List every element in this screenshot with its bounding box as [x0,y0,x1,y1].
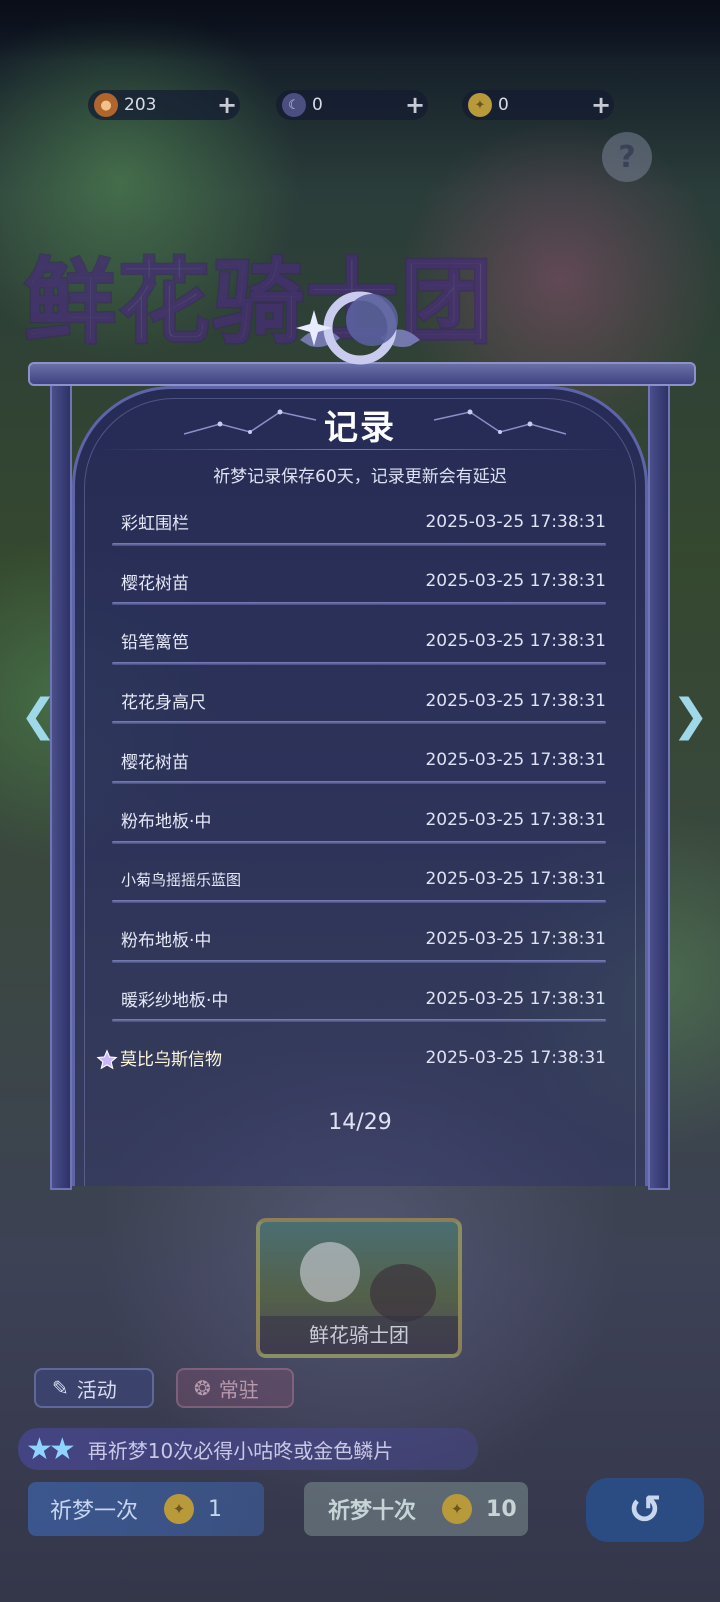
pray-once-button[interactable]: 祈梦一次 ✦ 1 [28,1482,264,1536]
panel-subtitle: 祈梦记录保存60天，记录更新会有延迟 [213,467,507,487]
next-page-arrow[interactable]: ❯ [672,690,709,741]
currency-gold-value: 0 [498,95,509,115]
fruit-coin-icon: ● [94,93,118,117]
tab-permanent[interactable]: ❂ 常驻 [176,1368,294,1408]
banner-card[interactable]: 鲜花骑士团 [256,1218,462,1358]
pray-ten-label: 祈梦十次 [328,1499,417,1524]
promo-text: 再祈梦10次必得小咕咚或金色鳞片 [87,1438,394,1463]
character-art [370,1264,436,1322]
add-currency-button[interactable]: + [214,91,240,119]
record-item-name-special: 莫比乌斯信物 [96,1045,425,1071]
tab-permanent-label: 常驻 [218,1377,259,1402]
pray-once-label: 祈梦一次 [50,1499,139,1524]
add-currency-button[interactable]: + [588,91,614,119]
record-item-name: 樱花树苗 [121,573,189,594]
title-divider [96,449,624,450]
moon-ornament-icon [296,291,420,365]
record-row: 粉布地板·中 2025-03-25 17:38:31 [112,790,606,850]
record-time: 2025-03-25 17:38:31 [425,988,606,1009]
return-arrow-icon: ↺ [628,1487,662,1533]
gold-scale-icon: ✦ [164,1494,195,1524]
record-time: 2025-03-25 17:38:31 [425,1048,606,1069]
record-row: 樱花树苗 2025-03-25 17:38:31 [112,552,606,612]
currency-fruit-value: 203 [124,95,157,115]
gold-scale-icon: ✦ [442,1494,473,1524]
currency-moon[interactable]: ☾ 0 + [276,90,428,120]
record-item-name-text: 莫比乌斯信物 [120,1050,222,1071]
page-indicator: 14/29 [328,1110,392,1135]
pray-ten-cost: 10 [486,1496,517,1522]
currency-fruit[interactable]: ● 203 + [88,90,240,120]
record-item-name: 粉布地板·中 [121,812,212,833]
record-time: 2025-03-25 17:38:31 [425,511,606,532]
record-row: 暖彩纱地板·中 2025-03-25 17:38:31 [112,969,606,1029]
record-row-special: 莫比乌斯信物 2025-03-25 17:38:31 [96,1028,606,1088]
currency-gold[interactable]: ✦ 0 + [462,90,614,120]
record-item-name: 樱花树苗 [121,752,189,773]
moon-coin-icon: ☾ [282,93,306,117]
record-time: 2025-03-25 17:38:31 [425,809,606,830]
record-item-name: 铅笔篱笆 [121,633,189,654]
back-button[interactable]: ↺ [586,1478,704,1542]
record-item-name: 小菊鸟摇摇乐蓝图 [121,870,242,889]
record-item-name: 暖彩纱地板·中 [121,991,229,1012]
record-row: 小菊鸟摇摇乐蓝图 2025-03-25 17:38:31 [112,850,606,910]
currency-moon-value: 0 [312,95,323,115]
character-art [300,1242,360,1302]
stars-icon: ★★ [26,1431,76,1467]
question-icon: ? [618,139,636,175]
swirl-icon: ❂ [194,1376,211,1400]
panel-pillar-left [50,380,72,1190]
record-row: 粉布地板·中 2025-03-25 17:38:31 [112,909,606,969]
record-row: 樱花树苗 2025-03-25 17:38:31 [112,730,606,790]
record-item-name: 彩虹围栏 [121,514,189,535]
help-button[interactable]: ? [602,132,652,182]
status-bar-shade [0,0,720,60]
rare-star-icon [96,1049,118,1070]
banner-card-label: 鲜花骑士团 [260,1316,458,1354]
record-time: 2025-03-25 17:38:31 [425,869,606,890]
record-time: 2025-03-25 17:38:31 [425,928,606,949]
record-time: 2025-03-25 17:38:31 [425,571,606,592]
panel-title: 记录 [324,408,396,448]
gold-scale-icon: ✦ [468,93,492,117]
record-time: 2025-03-25 17:38:31 [425,630,606,651]
record-item-name: 粉布地板·中 [121,931,212,952]
record-row: 花花身高尺 2025-03-25 17:38:31 [112,671,606,731]
panel-pillar-right [648,380,670,1190]
tab-activity-label: 活动 [76,1377,117,1402]
record-row: 彩虹围栏 2025-03-25 17:38:31 [112,492,606,552]
pity-promo-banner: ★★ 再祈梦10次必得小咕咚或金色鳞片 [18,1428,478,1470]
record-list[interactable]: 彩虹围栏 2025-03-25 17:38:31 樱花树苗 2025-03-25… [96,492,606,1088]
feather-icon: ✎ [52,1376,69,1400]
tab-activity[interactable]: ✎ 活动 [34,1368,154,1408]
pray-once-cost: 1 [208,1496,223,1522]
record-row: 铅笔篱笆 2025-03-25 17:38:31 [112,611,606,671]
add-currency-button[interactable]: + [402,91,428,119]
pray-ten-button[interactable]: 祈梦十次 ✦ 10 [304,1482,528,1536]
record-item-name: 花花身高尺 [121,693,206,714]
record-time: 2025-03-25 17:38:31 [425,750,606,771]
record-time: 2025-03-25 17:38:31 [425,690,606,711]
